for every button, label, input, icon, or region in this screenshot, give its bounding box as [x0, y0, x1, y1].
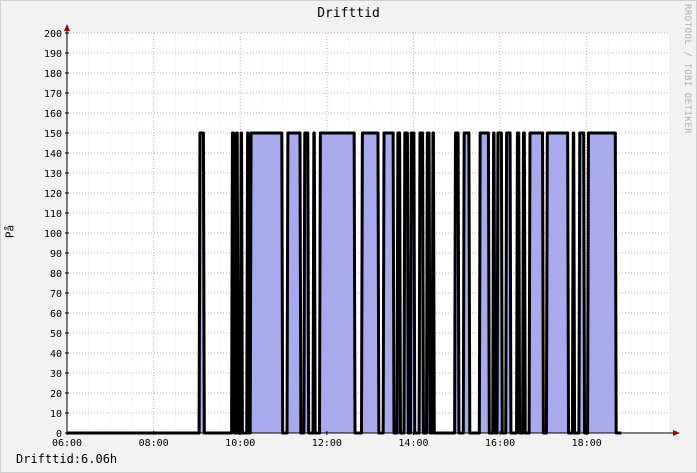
y-tick-label: 180 — [44, 69, 62, 80]
y-tick-label: 70 — [50, 289, 62, 300]
x-axis-arrow — [673, 430, 680, 436]
y-tick-label: 40 — [50, 349, 62, 360]
y-tick-labels: 0102030405060708090100110120130140150160… — [44, 29, 62, 440]
y-tick-label: 100 — [44, 229, 62, 240]
y-tick-label: 10 — [50, 409, 62, 420]
x-tick-label: 12:00 — [312, 438, 342, 449]
x-tick-labels: 06:00 08:00 10:00 12:00 14:00 16:00 18:00 — [52, 438, 602, 449]
y-tick-label: 150 — [44, 129, 62, 140]
y-tick-label: 140 — [44, 149, 62, 160]
y-tick-label: 50 — [50, 329, 62, 340]
y-tick-label: 120 — [44, 189, 62, 200]
x-tick-label: 14:00 — [398, 438, 428, 449]
y-tick-label: 90 — [50, 249, 62, 260]
y-tick-label: 200 — [44, 29, 62, 40]
x-tick-label: 18:00 — [572, 438, 602, 449]
y-tick-label: 110 — [44, 209, 62, 220]
x-tick-label: 10:00 — [225, 438, 255, 449]
y-tick-label: 30 — [50, 369, 62, 380]
y-tick-label: 190 — [44, 49, 62, 60]
y-tick-label: 80 — [50, 269, 62, 280]
x-tick-label: 16:00 — [485, 438, 515, 449]
x-tick-label: 08:00 — [139, 438, 169, 449]
y-tick-label: 60 — [50, 309, 62, 320]
y-axis-arrow — [64, 24, 70, 31]
y-tick-label: 130 — [44, 169, 62, 180]
y-tick-label: 160 — [44, 109, 62, 120]
chart-canvas: 0102030405060708090100110120130140150160… — [44, 24, 680, 449]
y-tick-label: 20 — [50, 389, 62, 400]
x-tick-label: 06:00 — [52, 438, 82, 449]
y-tick-label: 170 — [44, 89, 62, 100]
